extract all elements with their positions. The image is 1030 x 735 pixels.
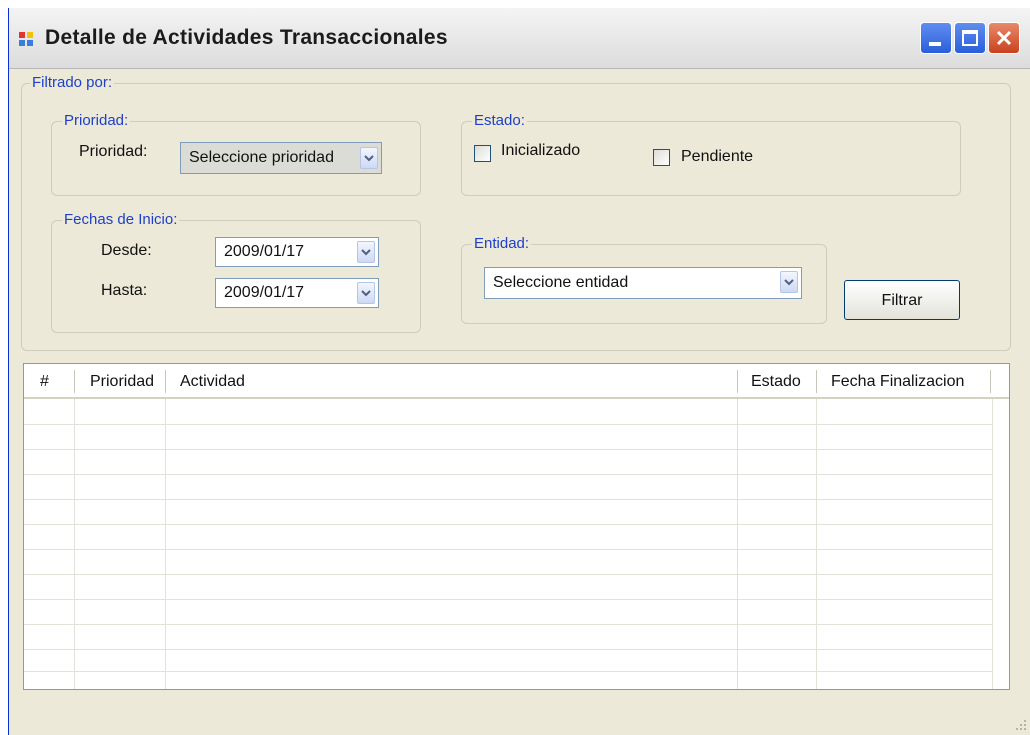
chevron-down-icon[interactable] — [780, 271, 798, 293]
prioridad-select-value: Seleccione prioridad — [189, 149, 334, 166]
close-icon — [996, 30, 1012, 46]
maximize-button[interactable] — [954, 22, 986, 54]
column-header-fecha-finalizacion[interactable]: Fecha Finalizacion — [831, 373, 964, 391]
maximize-icon — [962, 30, 978, 46]
grid-header: # Prioridad Actividad Estado Fecha Final… — [24, 364, 1009, 399]
fechas-legend: Fechas de Inicio: — [62, 211, 180, 228]
estado-legend: Estado: — [472, 112, 527, 129]
resize-grip-icon[interactable] — [1015, 719, 1027, 731]
column-header-number[interactable]: # — [40, 373, 49, 391]
calendar-dropdown-icon[interactable] — [357, 241, 375, 263]
hasta-date-value: 2009/01/17 — [224, 284, 305, 301]
prioridad-legend: Prioridad: — [62, 112, 131, 129]
pendiente-checkbox[interactable] — [653, 149, 670, 166]
prioridad-label: Prioridad: — [79, 143, 148, 160]
chevron-down-icon[interactable] — [360, 147, 378, 169]
desde-date-value: 2009/01/17 — [224, 243, 305, 260]
column-header-actividad[interactable]: Actividad — [180, 373, 245, 391]
inicializado-checkbox[interactable] — [474, 145, 491, 162]
prioridad-select[interactable]: Seleccione prioridad — [180, 142, 382, 174]
filtrar-button[interactable]: Filtrar — [844, 280, 960, 320]
close-button[interactable] — [988, 22, 1020, 54]
hasta-date-picker[interactable]: 2009/01/17 — [215, 278, 379, 308]
calendar-dropdown-icon[interactable] — [357, 282, 375, 304]
client-area: Filtrado por: Prioridad: Prioridad: Sele… — [9, 69, 1030, 735]
inicializado-label: Inicializado — [501, 142, 581, 159]
minimize-button[interactable] — [920, 22, 952, 54]
hasta-label: Hasta: — [101, 282, 148, 299]
desde-date-picker[interactable]: 2009/01/17 — [215, 237, 379, 267]
title-bar[interactable]: Detalle de Actividades Transaccionales — [9, 8, 1030, 69]
pendiente-label: Pendiente — [681, 148, 754, 165]
entidad-legend: Entidad: — [472, 235, 532, 252]
column-header-prioridad[interactable]: Prioridad — [90, 373, 154, 391]
activities-grid[interactable]: # Prioridad Actividad Estado Fecha Final… — [23, 363, 1010, 690]
app-window: Detalle de Actividades Transaccionales F… — [8, 8, 1030, 735]
column-header-estado[interactable]: Estado — [751, 373, 801, 391]
minimize-icon — [929, 42, 941, 46]
entidad-select[interactable]: Seleccione entidad — [484, 267, 802, 299]
entidad-select-value: Seleccione entidad — [493, 274, 629, 291]
app-icon — [19, 32, 35, 46]
filter-legend: Filtrado por: — [30, 74, 115, 91]
window-title: Detalle de Actividades Transaccionales — [45, 26, 448, 49]
desde-label: Desde: — [101, 242, 152, 259]
